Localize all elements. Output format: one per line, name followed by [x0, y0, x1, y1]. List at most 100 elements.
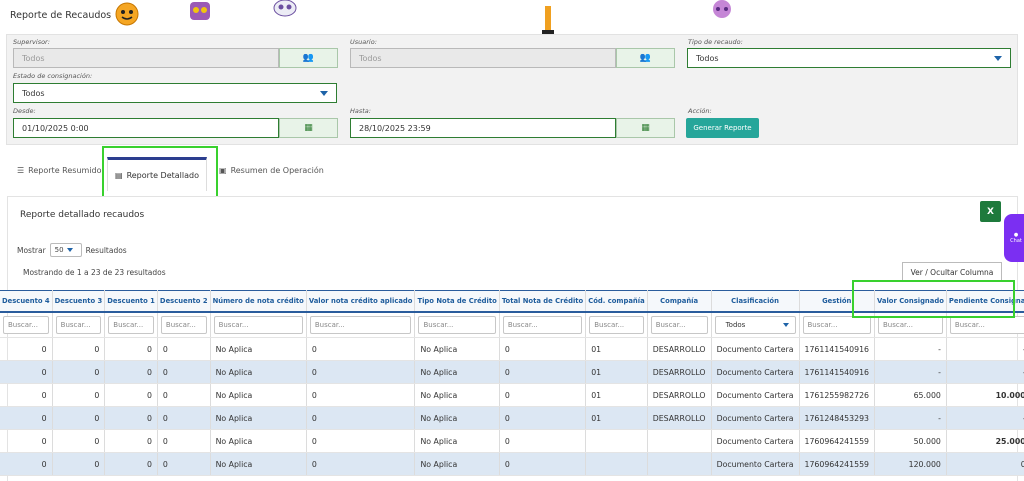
supervisor-field[interactable]: Todos — [13, 48, 279, 68]
column-header[interactable]: Descuento 3 — [52, 290, 106, 313]
table-cell: 01 — [585, 360, 648, 384]
search-cell: Buscar... — [647, 311, 712, 338]
column-header[interactable]: Valor nota crédito aplicado — [306, 290, 416, 313]
list-icon: ☰ — [17, 166, 25, 175]
column-search-input[interactable]: Buscar... — [949, 315, 1024, 334]
table-cell: - — [946, 406, 1024, 430]
desde-field[interactable]: 01/10/2025 0:00 — [13, 118, 279, 138]
users-icon: 👥 — [639, 53, 652, 63]
table-cell: - — [874, 360, 947, 384]
table-cell: 65.000 — [874, 383, 947, 407]
column-header[interactable]: Compañía — [647, 290, 712, 313]
clasificacion-filter-select[interactable]: Todos — [714, 315, 796, 334]
tab-label: Reporte Resumido — [28, 166, 102, 175]
chat-widget-button[interactable]: ● Chat — [1004, 214, 1024, 262]
table-cell: 0 — [0, 337, 53, 361]
column-search-input[interactable]: Buscar... — [213, 315, 303, 334]
table-cell: 0 — [0, 383, 53, 407]
table-cell: 1761141540916 — [799, 337, 875, 361]
table-row[interactable]: 0 0 0 0 No Aplica 0 No Aplica 0 01 DESARROLLO Docu… — [0, 360, 1024, 384]
tab-reporte-resumido[interactable]: ☰ Reporte Resumido — [17, 166, 102, 175]
column-search-input[interactable]: Buscar... — [3, 315, 49, 334]
search-cell: Buscar... — [585, 311, 648, 338]
column-header[interactable]: Total Nota de Crédito — [499, 290, 587, 313]
table-cell: 120.000 — [874, 452, 947, 476]
chevron-down-icon — [66, 248, 73, 252]
table-row[interactable]: 0 0 0 0 No Aplica 0 No Aplica 0 01 DESARROLLO Docu… — [0, 383, 1024, 407]
toggle-columns-button[interactable]: Ver / Ocultar Columna — [902, 262, 1002, 282]
column-search-input[interactable]: Buscar... — [309, 315, 412, 334]
table-cell: DESARROLLO — [647, 383, 712, 407]
supervisor-users-button[interactable]: 👥 — [279, 48, 338, 68]
table-cell: No Aplica — [414, 337, 500, 361]
column-search-input[interactable]: Buscar... — [650, 315, 708, 334]
table-cell: 1761248453293 — [799, 406, 875, 430]
estado-select[interactable]: Todos — [13, 83, 337, 103]
table-cell: 0 — [946, 452, 1024, 476]
column-search-input[interactable]: Buscar... — [502, 315, 583, 334]
column-search-input[interactable]: Buscar... — [802, 315, 871, 334]
hasta-field[interactable]: 28/10/2025 23:59 — [350, 118, 616, 138]
table-cell: No Aplica — [210, 337, 307, 361]
table-cell: 0 — [157, 383, 211, 407]
column-header[interactable]: Descuento 1 — [104, 290, 158, 313]
table-cell: 0 — [52, 360, 106, 384]
table-cell: No Aplica — [414, 452, 500, 476]
chevron-down-icon — [320, 91, 328, 96]
estado-label: Estado de consignación: — [13, 72, 93, 80]
column-search-input[interactable]: Buscar... — [108, 315, 154, 334]
chevron-down-icon — [782, 322, 789, 327]
table-cell: No Aplica — [414, 429, 500, 453]
tab-resumen-operacion[interactable]: ▣ Resumen de Operación — [219, 166, 324, 175]
table-cell: 0 — [499, 360, 587, 384]
column-header[interactable]: Tipo Nota de Crédito — [414, 290, 500, 313]
tipo-recaudo-value: Todos — [696, 53, 719, 63]
column-header[interactable]: Número de nota crédito — [210, 290, 307, 313]
usuario-users-button[interactable]: 👥 — [616, 48, 675, 68]
table-cell: - — [946, 360, 1024, 384]
tipo-recaudo-select[interactable]: Todos — [687, 48, 1011, 68]
usuario-field[interactable]: Todos — [350, 48, 616, 68]
generate-report-button[interactable]: Generar Reporte — [686, 118, 759, 138]
table-row[interactable]: 0 0 0 0 No Aplica 0 No Aplica 0 Documento Carter… — [0, 429, 1024, 453]
table-row[interactable]: 0 0 0 0 No Aplica 0 No Aplica 0 Documento Carter… — [0, 452, 1024, 476]
table-cell: 0 — [52, 383, 106, 407]
search-cell: Buscar... — [210, 311, 307, 338]
table-cell: 0 — [157, 337, 211, 361]
hasta-calendar-button[interactable]: ▦ — [616, 118, 675, 138]
table-cell: - — [874, 337, 947, 361]
table-row[interactable]: 0 0 0 0 No Aplica 0 No Aplica 0 01 DESARROLLO Docu… — [0, 337, 1024, 361]
tipo-recaudo-label: Tipo de recaudo: — [688, 38, 743, 46]
usuario-label: Usuario: — [350, 38, 377, 46]
table-cell: 0 — [157, 360, 211, 384]
table-row[interactable]: 0 0 0 0 No Aplica 0 No Aplica 0 01 DESARROLLO Docu… — [0, 406, 1024, 430]
supervisor-label: Supervisor: — [13, 38, 50, 46]
chevron-down-icon — [994, 56, 1002, 61]
table-cell: DESARROLLO — [647, 360, 712, 384]
column-header[interactable]: Descuento 2 — [157, 290, 211, 313]
column-search-input[interactable]: Buscar... — [160, 315, 207, 334]
column-header[interactable]: Clasificación — [711, 290, 800, 313]
table-cell: No Aplica — [414, 383, 500, 407]
column-header[interactable]: Cód. compañía — [585, 290, 648, 313]
column-search-input[interactable]: Buscar... — [878, 315, 943, 334]
column-header[interactable]: Descuento 4 — [0, 290, 53, 313]
table-cell: DESARROLLO — [647, 337, 712, 361]
search-cell: Buscar... — [157, 311, 211, 338]
table-cell: 0 — [306, 360, 416, 384]
page-size-select[interactable]: 50 — [49, 243, 82, 257]
table-cell: 0 — [104, 429, 158, 453]
users-icon: 👥 — [302, 53, 315, 63]
table-cell: 10.000 — [946, 383, 1024, 407]
column-search-input[interactable]: Buscar... — [589, 315, 644, 334]
desde-calendar-button[interactable]: ▦ — [279, 118, 338, 138]
column-search-input[interactable]: Buscar... — [418, 315, 496, 334]
table-cell: 0 — [306, 452, 416, 476]
excel-export-button[interactable]: X — [980, 201, 1001, 222]
candle-decoration — [542, 6, 554, 34]
table-cell: 0 — [499, 452, 587, 476]
table-cell: DESARROLLO — [647, 406, 712, 430]
table-cell: 0 — [306, 429, 416, 453]
column-search-input[interactable]: Buscar... — [55, 315, 102, 334]
table-cell: No Aplica — [414, 360, 500, 384]
